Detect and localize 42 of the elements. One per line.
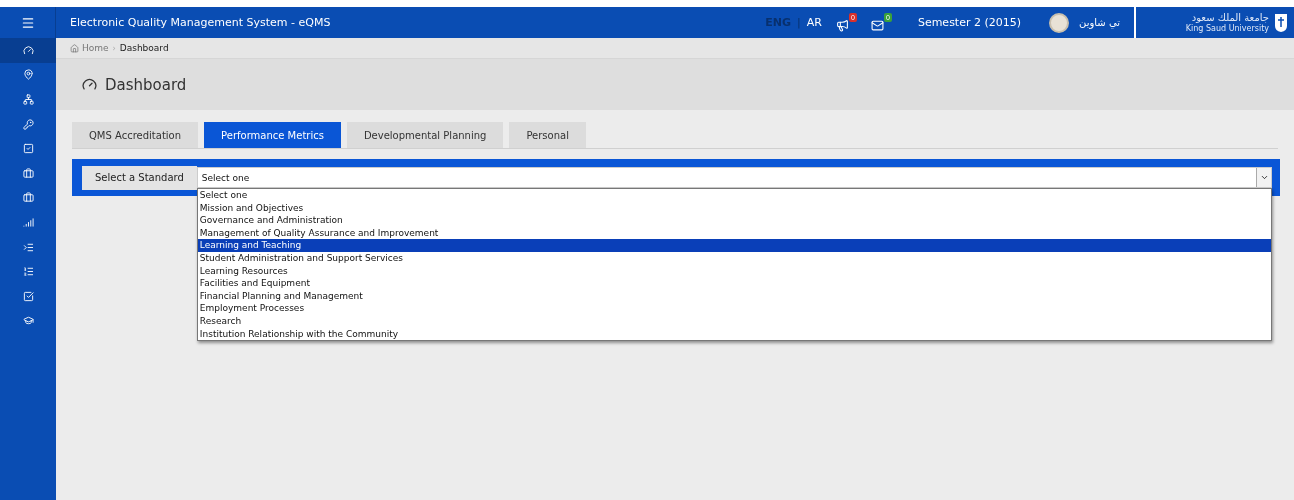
home-icon: [70, 43, 79, 53]
checkbox-icon: [22, 290, 34, 302]
dropdown-option[interactable]: Facilities and Equipment: [197, 277, 1271, 290]
dropdown-option[interactable]: Employment Processes: [197, 302, 1271, 315]
dropdown-option[interactable]: Select one: [197, 189, 1271, 202]
key-icon: [22, 118, 34, 130]
logo-english-text: King Saud University: [1185, 24, 1269, 33]
graduation-cap-icon: [22, 315, 34, 327]
sidebar-item[interactable]: [0, 38, 56, 63]
dropdown-option[interactable]: Learning and Teaching: [197, 239, 1271, 252]
list-icon: [22, 266, 34, 278]
sitemap-icon: [22, 94, 34, 105]
logo-arabic-text: جامعة الملك سعود: [1191, 12, 1269, 24]
page-title: Dashboard: [105, 75, 187, 94]
checkbox-icon: [22, 143, 34, 155]
breadcrumb-link[interactable]: Home: [70, 43, 109, 53]
signal-bars-icon: [22, 216, 34, 228]
tab[interactable]: Developmental Planning: [346, 122, 504, 148]
dropdown-option[interactable]: Governance and Administration: [197, 214, 1271, 227]
megaphone-icon: [835, 19, 849, 32]
map-pin-icon: [22, 69, 34, 81]
tab[interactable]: Performance Metrics: [204, 122, 341, 148]
user-avatar[interactable]: [1049, 12, 1070, 33]
gauge-icon: [22, 44, 34, 56]
mail-icon: [870, 19, 884, 32]
indent-icon: [22, 241, 34, 253]
select-label: Select a Standard: [82, 165, 197, 190]
gauge-icon: [82, 77, 97, 92]
tab[interactable]: QMS Accreditation: [72, 122, 199, 148]
user-name[interactable]: تي شاوين: [1079, 17, 1120, 28]
tab[interactable]: Personal: [509, 122, 586, 148]
briefcase-icon: [22, 167, 34, 179]
separator: ›: [112, 43, 116, 53]
language-link[interactable]: AR: [806, 16, 822, 29]
app-title: Electronic Quality Management System - eQMS: [70, 16, 332, 29]
semester-link[interactable]: Semester 2 (2015): [917, 16, 1022, 29]
separator: |: [797, 16, 801, 29]
shield-icon: [1274, 12, 1288, 33]
caret-icon[interactable]: [1256, 168, 1271, 187]
briefcase-icon: [22, 192, 34, 204]
breadcrumb-current: Dashboard: [119, 43, 169, 53]
menu-icon: [20, 15, 35, 30]
